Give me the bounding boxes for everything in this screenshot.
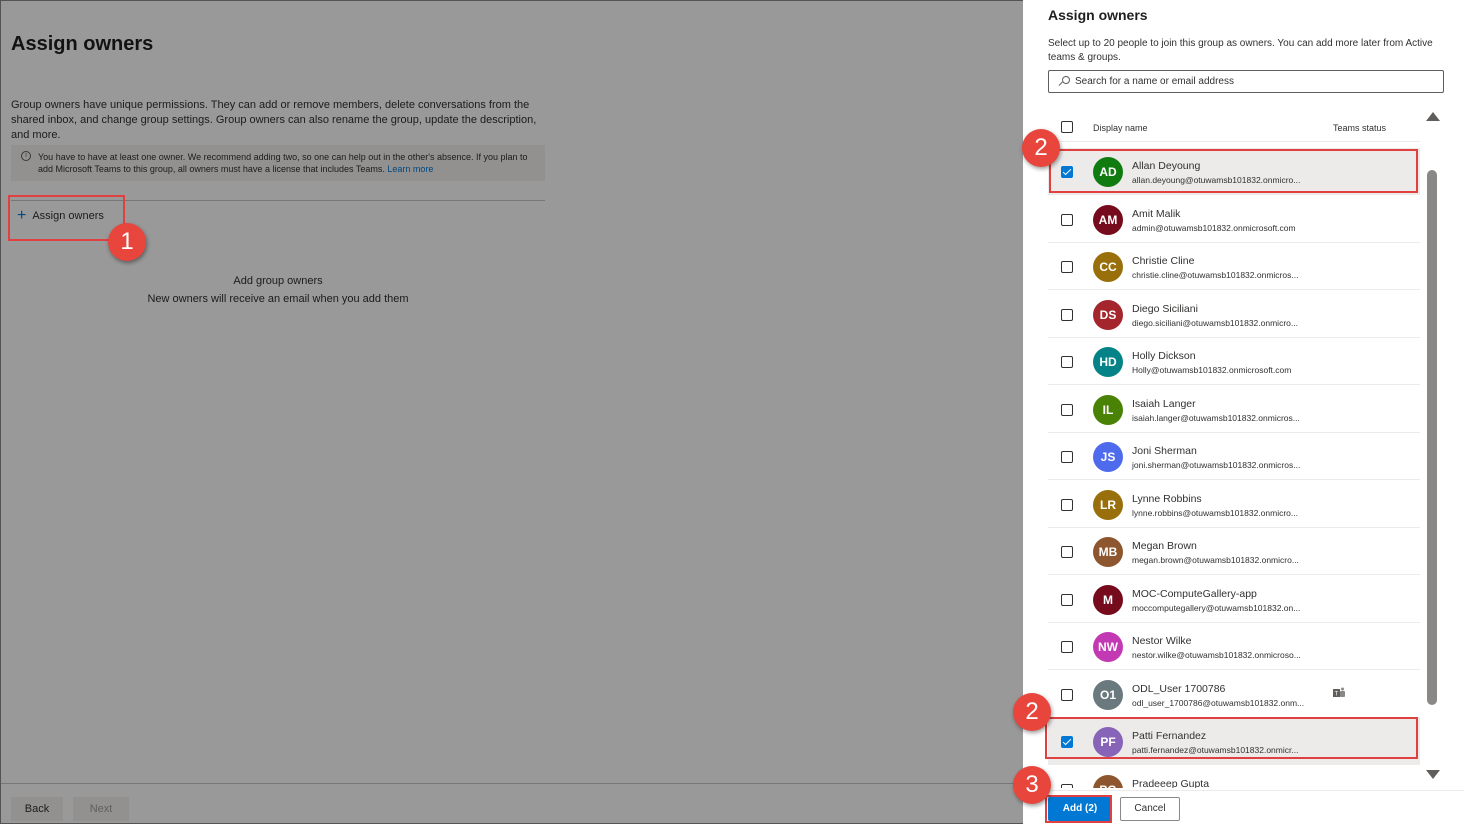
user-name: Joni Sherman [1132, 445, 1197, 457]
user-email: diego.siciliani@otuwamsb101832.onmicro..… [1132, 317, 1298, 328]
annotation-badge-1: 1 [108, 223, 146, 261]
user-row[interactable]: AM Amit Malik admin@otuwamsb101832.onmicro… [1048, 196, 1420, 243]
row-checkbox[interactable] [1061, 356, 1073, 368]
row-checkbox[interactable] [1061, 688, 1073, 701]
annotation-badge-2b: 2 [1013, 693, 1051, 731]
user-name: Amit Malik [1132, 207, 1181, 220]
avatar: AM [1093, 204, 1123, 235]
avatar: JS [1093, 442, 1123, 472]
user-row[interactable]: M MOC-ComputeGallery-app moccomputegallery… [1048, 576, 1420, 623]
avatar: DS [1093, 299, 1123, 330]
user-email: admin@otuwamsb101832.onmicrosoft.com [1132, 222, 1296, 233]
user-email: joni.sherman@otuwamsb101832.onmicros... [1132, 460, 1301, 470]
user-name: Pradeeep Gupta [1132, 777, 1210, 789]
user-row[interactable]: LR Lynne Robbins lynne.robbins@otuwamsb101… [1048, 481, 1420, 528]
annotation-box-allan [1049, 149, 1418, 193]
column-display-name[interactable]: Display name [1093, 123, 1148, 133]
row-checkbox[interactable] [1061, 593, 1073, 606]
svg-text:T: T [1335, 691, 1339, 697]
avatar: M [1093, 584, 1123, 615]
cancel-button[interactable]: Cancel [1120, 797, 1180, 821]
avatar: IL [1093, 394, 1123, 425]
user-email: lynne.robbins@otuwamsb101832.onmicro... [1132, 507, 1298, 518]
user-list: AD Allan Deyoung allan.deyoung@otuwamsb101… [1048, 148, 1420, 788]
user-email: odl_user_1700786@otuwamsb101832.onm... [1132, 697, 1305, 708]
user-name: Lynne Robbins [1132, 492, 1202, 505]
avatar: PG [1093, 774, 1123, 788]
avatar: NW [1093, 632, 1123, 662]
row-checkbox[interactable] [1061, 308, 1073, 321]
user-row[interactable]: IL Isaiah Langer isaiah.langer@otuwamsb101… [1048, 386, 1420, 433]
user-email: isaiah.langer@otuwamsb101832.onmicros... [1132, 412, 1300, 423]
user-row[interactable]: MB Megan Brown megan.brown@otuwamsb101832.… [1048, 528, 1420, 575]
user-name: Megan Brown [1132, 540, 1197, 552]
scroll-down-arrow[interactable] [1426, 770, 1440, 779]
user-name: Holly Dickson [1132, 350, 1196, 362]
avatar: LR [1093, 489, 1123, 520]
user-row[interactable]: DS Diego Siciliani diego.siciliani@otuwams… [1048, 291, 1420, 338]
panel-footer-divider [1023, 790, 1464, 791]
row-checkbox[interactable] [1061, 403, 1073, 416]
search-icon [1058, 76, 1070, 87]
user-email: moccomputegallery@otuwamsb101832.on... [1132, 602, 1301, 613]
user-email: Holly@otuwamsb101832.onmicrosoft.com [1132, 365, 1292, 375]
user-email: megan.brown@otuwamsb101832.onmicro... [1132, 555, 1299, 565]
row-checkbox[interactable] [1061, 546, 1073, 558]
user-email: christie.cline@otuwamsb101832.onmicros..… [1132, 270, 1299, 280]
user-name: Isaiah Langer [1132, 397, 1196, 410]
panel-description: Select up to 20 people to join this grou… [1048, 38, 1433, 63]
avatar: O1 [1093, 679, 1123, 710]
teams-icon: T [1333, 687, 1345, 697]
row-checkbox[interactable] [1061, 213, 1073, 226]
user-row[interactable]: O1 ODL_User 1700786 odl_user_1700786@otuwa… [1048, 671, 1420, 718]
row-checkbox[interactable] [1061, 783, 1073, 788]
avatar: HD [1093, 347, 1123, 377]
annotation-badge-2a: 2 [1022, 129, 1060, 167]
row-checkbox[interactable] [1061, 641, 1073, 653]
list-header: Display name Teams status [1048, 114, 1420, 142]
row-checkbox[interactable] [1061, 498, 1073, 511]
user-row[interactable]: PG Pradeeep Gupta [1048, 766, 1420, 789]
scroll-up-arrow[interactable] [1426, 112, 1440, 121]
user-row[interactable]: JS Joni Sherman joni.sherman@otuwamsb10183… [1048, 433, 1420, 480]
user-email: nestor.wilke@otuwamsb101832.onmicroso... [1132, 650, 1301, 660]
column-teams-status[interactable]: Teams status [1333, 123, 1386, 133]
select-all-checkbox[interactable] [1061, 121, 1073, 133]
user-row[interactable]: HD Holly Dickson Holly@otuwamsb101832.onmi… [1048, 338, 1420, 385]
assign-owners-panel: Assign owners Select up to 20 people to … [1023, 0, 1464, 824]
annotation-box-add [1045, 795, 1112, 823]
user-name: ODL_User 1700786 [1132, 682, 1226, 695]
search-input[interactable] [1075, 76, 1435, 87]
panel-title: Assign owners [1048, 7, 1148, 23]
avatar: CC [1093, 252, 1123, 282]
annotation-badge-3: 3 [1013, 766, 1051, 804]
modal-overlay[interactable] [0, 0, 1023, 824]
search-box[interactable] [1048, 70, 1444, 93]
row-checkbox[interactable] [1061, 261, 1073, 273]
user-name: Nestor Wilke [1132, 635, 1192, 647]
row-checkbox[interactable] [1061, 451, 1073, 463]
annotation-box-patti [1045, 717, 1418, 759]
user-name: Christie Cline [1132, 255, 1195, 267]
annotation-box-assign-owners [8, 195, 125, 241]
scrollbar-thumb[interactable] [1427, 170, 1437, 705]
user-row[interactable]: NW Nestor Wilke nestor.wilke@otuwamsb10183… [1048, 623, 1420, 670]
avatar: MB [1093, 537, 1123, 567]
user-row[interactable]: CC Christie Cline christie.cline@otuwamsb1… [1048, 243, 1420, 290]
user-name: MOC-ComputeGallery-app [1132, 587, 1257, 600]
user-name: Diego Siciliani [1132, 302, 1198, 315]
